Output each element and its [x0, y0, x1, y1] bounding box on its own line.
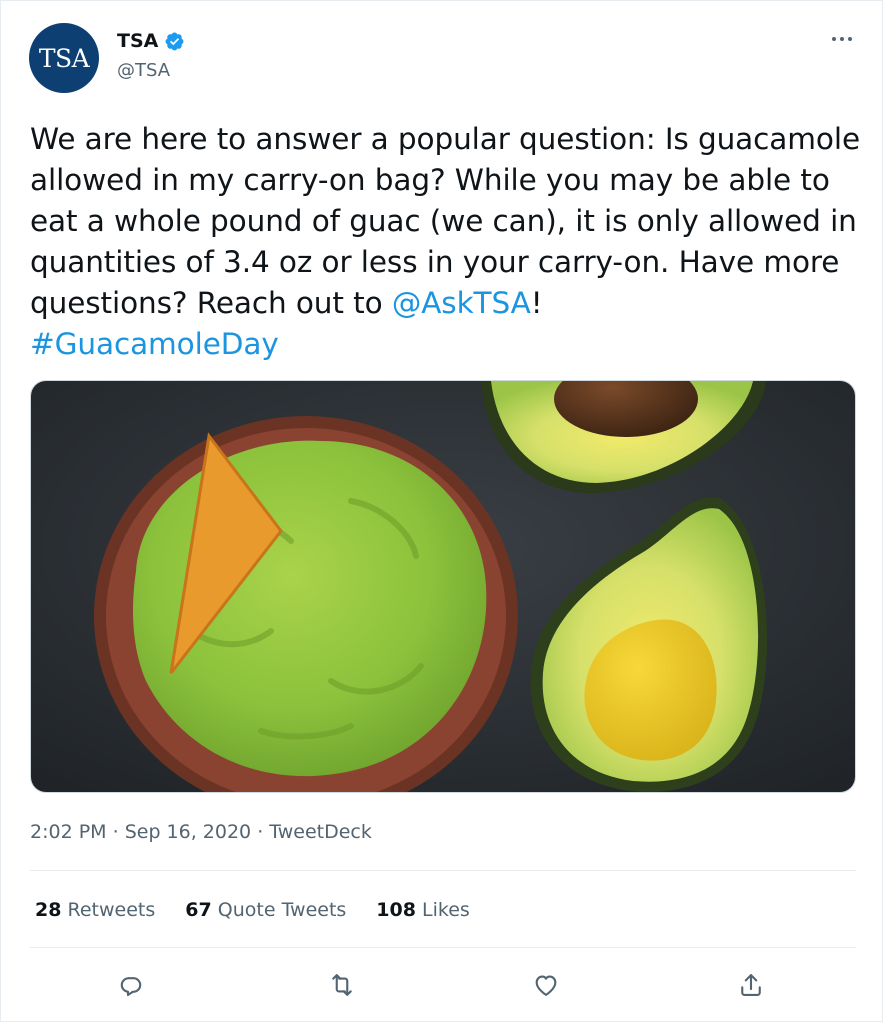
quote-tweets-count: 67 [185, 899, 212, 921]
like-button[interactable] [524, 963, 568, 1007]
display-name[interactable]: TSA [117, 30, 158, 52]
divider [30, 947, 856, 948]
retweets-count: 28 [35, 899, 62, 921]
tweet-actions [30, 963, 856, 1007]
author-handle[interactable]: @TSA [117, 60, 170, 81]
verified-badge-icon [165, 32, 184, 50]
reply-button[interactable] [109, 963, 153, 1007]
meta-separator: · [251, 821, 270, 843]
avatar[interactable]: TSA [29, 23, 99, 93]
like-icon [535, 975, 557, 996]
retweet-icon [332, 974, 352, 996]
tweet-card: TSA TSA @TSA We are here to answer a pop… [0, 0, 883, 1022]
likes-label: Likes [422, 899, 470, 921]
tweet-date[interactable]: Sep 16, 2020 [125, 821, 251, 843]
quote-tweets-stat[interactable]: 67 Quote Tweets [185, 899, 346, 921]
reply-icon [120, 977, 142, 997]
quote-tweets-label: Quote Tweets [217, 899, 347, 921]
retweets-stat[interactable]: 28 Retweets [35, 899, 155, 921]
tweet-time[interactable]: 2:02 PM [30, 821, 107, 843]
divider [30, 870, 856, 871]
retweets-label: Retweets [67, 899, 156, 921]
mention-link[interactable]: @AskTSA [392, 286, 531, 320]
avatar-logo-text: TSA [38, 43, 90, 73]
tweet-source-link[interactable]: TweetDeck [269, 821, 372, 843]
share-button[interactable] [729, 963, 773, 1007]
likes-stat[interactable]: 108 Likes [376, 899, 470, 921]
tweet-text: We are here to answer a popular question… [30, 119, 860, 365]
retweet-button[interactable] [320, 963, 364, 1007]
likes-count: 108 [376, 899, 416, 921]
guacamole-photo [31, 381, 855, 792]
meta-separator: · [106, 821, 125, 843]
author-name-row: TSA [117, 30, 185, 52]
tweet-meta: 2:02 PM · Sep 16, 2020 · TweetDeck [30, 821, 372, 843]
hashtag-link[interactable]: #GuacamoleDay [30, 327, 279, 361]
tweet-photo[interactable] [30, 380, 856, 793]
tweet-stats: 28 Retweets 67 Quote Tweets 108 Likes [35, 899, 470, 921]
share-icon [741, 974, 761, 996]
more-icon[interactable] [830, 29, 854, 49]
tweet-body-text-end: ! [530, 286, 543, 320]
